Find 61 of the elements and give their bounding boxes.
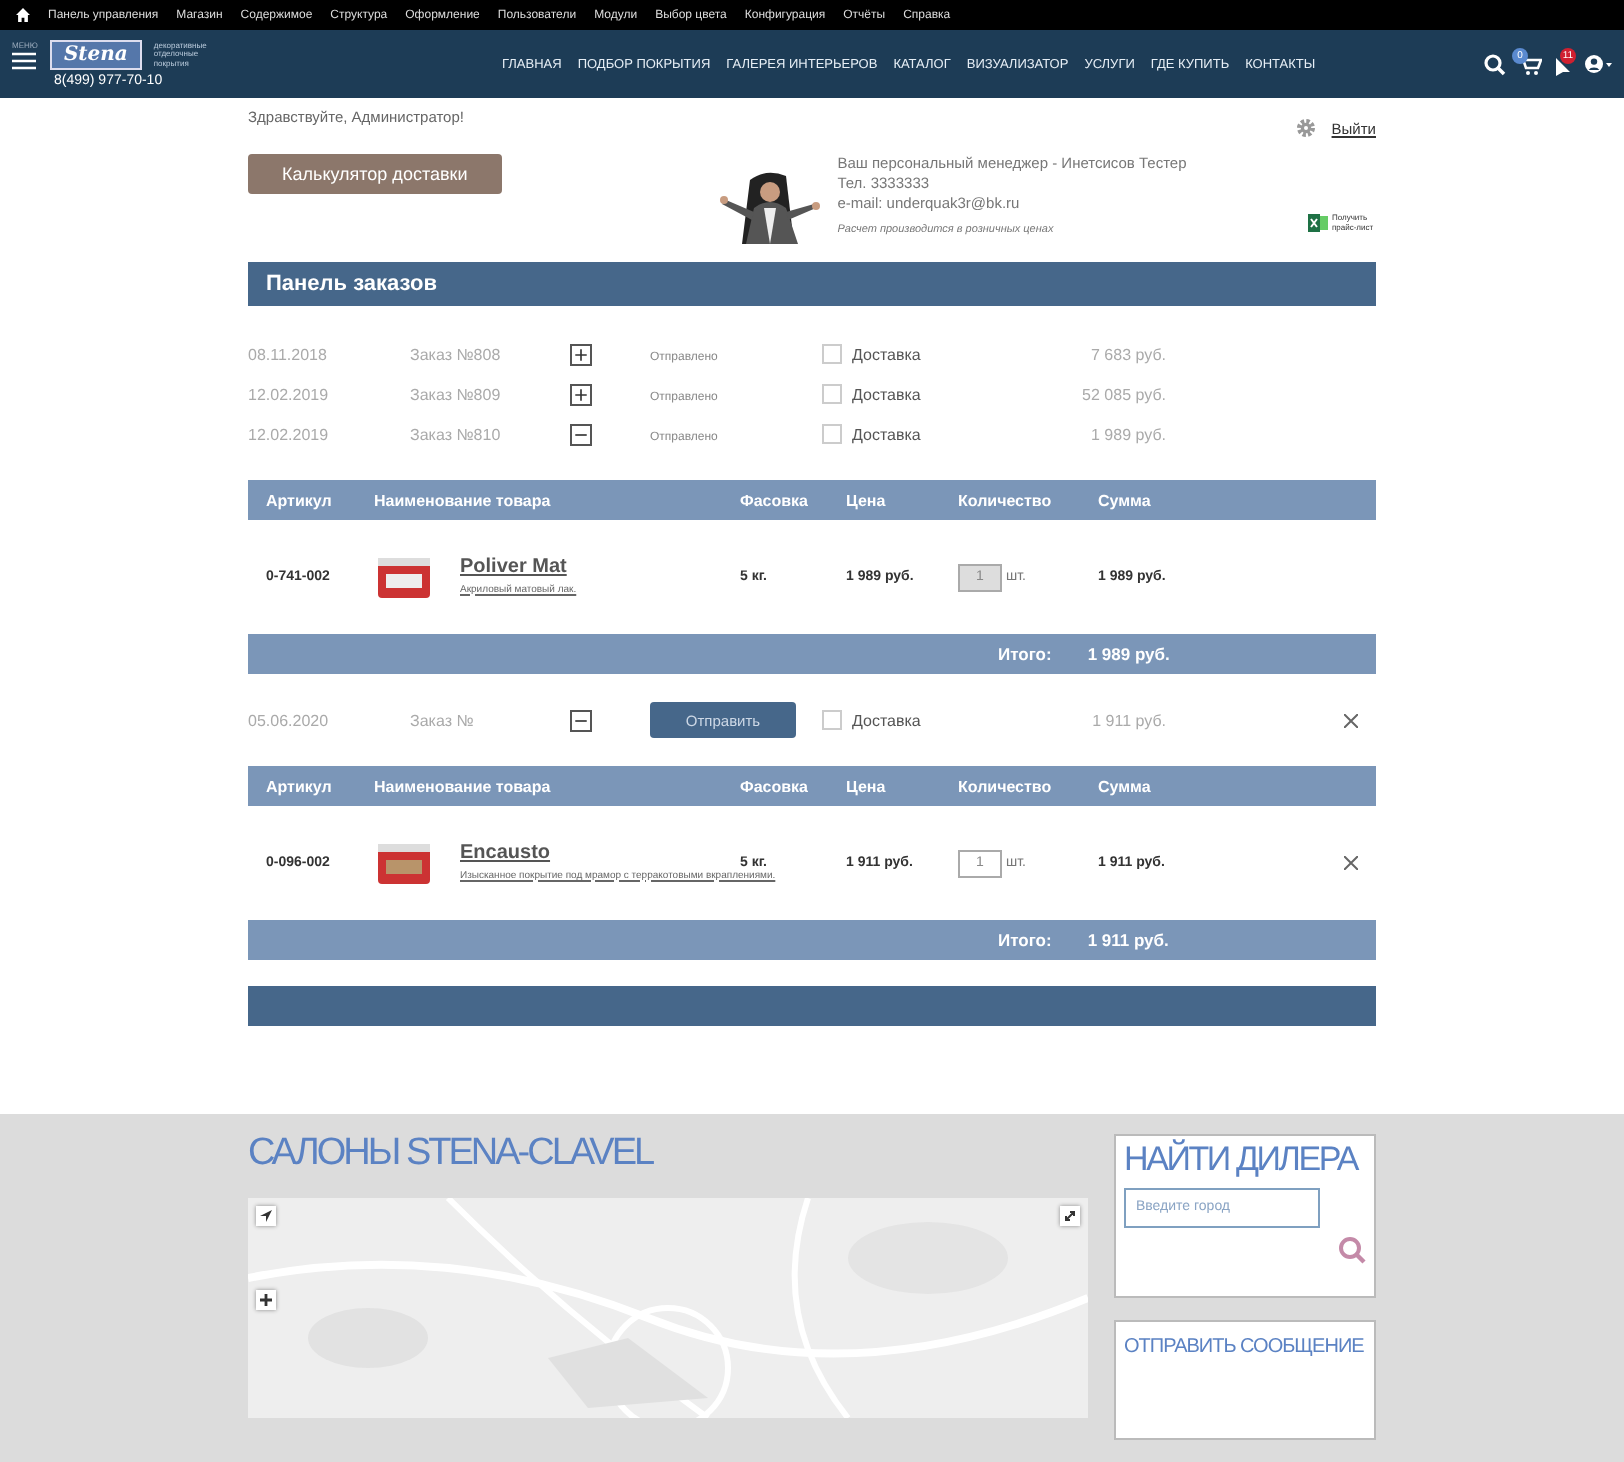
salons-title: САЛОНЫ STENA-CLAVEL bbox=[248, 1134, 653, 1176]
cart-icon[interactable] bbox=[1518, 53, 1542, 75]
collapse-icon[interactable] bbox=[570, 423, 592, 445]
paint-bucket-icon bbox=[374, 841, 434, 885]
zoom-in-icon[interactable] bbox=[256, 1289, 276, 1310]
spreadsheet-icon[interactable] bbox=[1308, 214, 1328, 232]
order-number: Заказ № bbox=[410, 711, 476, 729]
column-header: Артикул bbox=[266, 491, 334, 509]
total-label: Итого: bbox=[998, 644, 1052, 664]
message-title: ОТПРАВИТЬ СООБЩЕНИЕ bbox=[1124, 1336, 1364, 1358]
column-header: Фасовка bbox=[740, 777, 810, 795]
column-header: Количество bbox=[958, 491, 1054, 509]
total-value: 1 989 руб. bbox=[1087, 644, 1170, 664]
delivery-checkbox[interactable] bbox=[822, 384, 842, 404]
column-header: Цена bbox=[846, 491, 888, 509]
column-header: Наименование товара bbox=[374, 777, 553, 795]
delivery-checkbox[interactable] bbox=[822, 344, 842, 364]
delivery-label: Доставка bbox=[852, 425, 921, 443]
column-header: Фасовка bbox=[740, 491, 810, 509]
expand-icon[interactable] bbox=[570, 343, 592, 365]
fullscreen-icon[interactable] bbox=[1060, 1205, 1080, 1226]
menu-icon[interactable] bbox=[12, 52, 37, 70]
order-date: 08.11.2018 bbox=[248, 345, 329, 363]
logo[interactable]: Stena bbox=[49, 40, 142, 70]
delivery-checkbox[interactable] bbox=[822, 424, 842, 444]
home-icon[interactable] bbox=[16, 8, 30, 22]
expand-icon[interactable] bbox=[570, 383, 592, 405]
column-header: Количество bbox=[958, 777, 1054, 795]
panel-title: Панель заказов bbox=[248, 262, 1376, 306]
order-total: 7 683 руб. bbox=[1089, 345, 1166, 363]
product-link[interactable]: Encausto bbox=[460, 841, 551, 863]
locate-icon[interactable] bbox=[256, 1205, 276, 1226]
user-icon[interactable] bbox=[1584, 54, 1612, 74]
column-header: Цена bbox=[846, 777, 888, 795]
search-icon[interactable] bbox=[1484, 53, 1506, 75]
delivery-checkbox[interactable] bbox=[822, 710, 842, 730]
order-total: 1 911 руб. bbox=[1090, 711, 1166, 729]
column-header: Сумма bbox=[1098, 777, 1153, 795]
collapse-icon[interactable] bbox=[570, 709, 592, 731]
order-date: 12.02.2019 bbox=[248, 385, 331, 403]
delivery-label: Доставка bbox=[852, 711, 921, 729]
order-date: 05.06.2020 bbox=[248, 711, 331, 729]
order-total: 52 085 руб. bbox=[1080, 385, 1166, 403]
total-value: 1 911 руб. bbox=[1087, 930, 1169, 950]
column-header: Артикул bbox=[266, 777, 334, 795]
order-total: 1 989 руб. bbox=[1089, 425, 1166, 443]
order-date: 12.02.2019 bbox=[248, 425, 331, 443]
column-header: Наименование товара bbox=[374, 491, 553, 509]
settings-icon[interactable] bbox=[1295, 118, 1316, 138]
remove-icon[interactable] bbox=[1344, 713, 1358, 727]
order-number: Заказ №810 bbox=[410, 425, 503, 443]
order-number: Заказ №809 bbox=[410, 385, 503, 403]
remove-icon[interactable] bbox=[1344, 856, 1358, 870]
total-label: Итого: bbox=[998, 930, 1052, 950]
paint-bucket-icon bbox=[374, 555, 434, 599]
column-header: Сумма bbox=[1098, 491, 1153, 509]
delivery-label: Доставка bbox=[852, 345, 921, 363]
dealer-title: НАЙТИ ДИЛЕРА bbox=[1124, 1142, 1358, 1180]
delivery-calculator-button[interactable]: Калькулятор доставки bbox=[248, 154, 502, 194]
delivery-label: Доставка bbox=[852, 385, 921, 403]
order-number: Заказ №808 bbox=[410, 345, 503, 363]
